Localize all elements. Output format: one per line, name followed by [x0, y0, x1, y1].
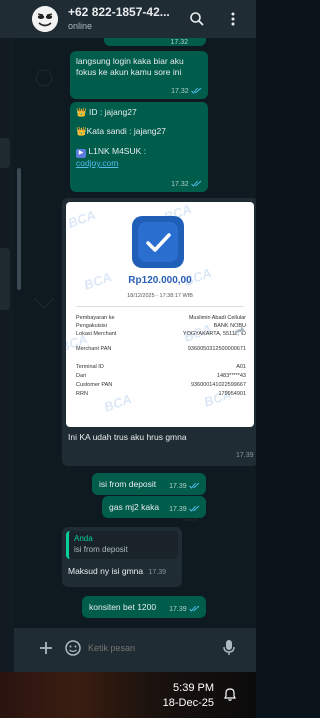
clock-date[interactable]: 18-Dec-25	[163, 697, 214, 709]
message-text: L1NK M4SUK :	[86, 145, 146, 156]
receipt-divider	[76, 306, 244, 307]
quoted-message[interactable]: Anda isi from deposit	[66, 531, 178, 559]
contact-status: online	[68, 21, 93, 31]
receipt-row: Customer PAN 936000141022599667	[76, 382, 246, 388]
receipt-datetime: 18/12/2025 - 17:38:17 WIB	[127, 293, 193, 299]
receipt-image[interactable]: BCA BCA BCA BCA BCA BCA BCA BCA Rp120.00…	[66, 202, 254, 427]
mic-icon[interactable]	[222, 639, 236, 657]
receipt-amount: Rp120.000,00	[128, 275, 192, 286]
message-bubble[interactable]: 👑 ID : jajang27 👑Kata sandi : jajang27 ▶…	[70, 102, 208, 192]
message-text: Kata sandi : jajang27	[86, 126, 166, 137]
receipt-row: Pengakuisisi BANK NOBU	[76, 323, 246, 329]
message-text: ID : jajang27	[86, 107, 137, 117]
message-input[interactable]	[88, 639, 208, 657]
crown-icon: 👑	[76, 107, 87, 117]
reply-message-bubble[interactable]: Anda isi from deposit Maksud ny isi gmna…	[62, 527, 182, 587]
message-text: isi from deposit	[99, 479, 157, 489]
message-time: 17.32	[170, 39, 188, 46]
message-meta: 17.39	[169, 480, 200, 491]
read-ticks-icon	[189, 605, 200, 612]
message-link[interactable]: codjoy.com	[76, 158, 202, 169]
message-meta: 17.39	[169, 603, 200, 614]
image-caption: Ini KA udah trus aku hrus gmna	[68, 432, 187, 442]
strip-tab	[0, 248, 10, 310]
message-meta: 17.32	[171, 85, 202, 96]
notification-icon[interactable]	[222, 686, 238, 702]
svg-text:BCA: BCA	[66, 207, 97, 231]
message-time: 17.39	[169, 482, 187, 490]
crown-icon: 👑	[76, 126, 87, 137]
receipt-row: Dari 1483*****43	[76, 373, 246, 379]
message-text: Maksud ny isi gmna	[68, 566, 144, 576]
message-time: 17.39	[169, 505, 187, 513]
read-ticks-icon	[191, 87, 202, 94]
message-text: konsiten bet 1200	[89, 602, 157, 612]
left-strip	[0, 38, 14, 672]
receipt-row: RRN 179954901	[76, 391, 246, 397]
message-line: 👑Kata sandi : jajang27	[76, 126, 202, 137]
message-meta: 17.32	[171, 178, 202, 189]
read-ticks-icon	[189, 482, 200, 489]
clock-time[interactable]: 5:39 PM	[173, 682, 214, 694]
message-bubble[interactable]: isi from deposit 17.39	[92, 473, 206, 495]
message-line: Maksud ny isi gmna 17.39	[66, 566, 178, 577]
message-time: 17.39	[236, 452, 254, 459]
taskbar	[0, 672, 256, 718]
contact-name[interactable]: +62 822-1857-42...	[68, 5, 170, 19]
sticker-icon[interactable]	[64, 639, 82, 657]
message-line: ▶ L1NK M4SUK :	[76, 146, 202, 158]
quote-text: isi from deposit	[74, 544, 128, 554]
receipt-row: Lokasi Merchant YOGYAKARTA, 55111, ID	[76, 331, 246, 337]
chat-header[interactable]: +62 822-1857-42... online	[0, 0, 256, 38]
plus-icon[interactable]	[38, 640, 54, 656]
message-bubble[interactable]: langsung login kaka biar aku fokus ke ak…	[70, 51, 208, 99]
receipt-row: Pembayaran ke Muslimin Abadi Cellular	[76, 315, 246, 321]
svg-text:BCA: BCA	[202, 386, 234, 410]
message-bubble[interactable]: gas mj2 kaka 17.39	[102, 496, 206, 518]
message-meta: 17.39	[169, 503, 200, 514]
receipt-row: Merchant PAN 9360050312500000671	[76, 346, 246, 352]
read-ticks-icon	[191, 180, 202, 187]
message-time: 17.39	[148, 569, 167, 576]
message-time: 17.39	[169, 605, 187, 613]
play-button-icon: ▶	[76, 148, 86, 158]
kebab-menu-icon[interactable]	[224, 10, 242, 28]
success-check-icon	[132, 216, 184, 268]
avatar[interactable]	[32, 6, 58, 32]
search-icon[interactable]	[188, 10, 206, 28]
quote-author: Anda	[74, 534, 93, 543]
message-line: 👑 ID : jajang27	[76, 107, 202, 118]
message-time: 17.32	[171, 180, 189, 188]
message-bubble-clipped[interactable]: 17.32	[104, 38, 206, 46]
message-text: gas mj2 kaka	[109, 502, 160, 512]
message-time: 17.32	[171, 87, 189, 95]
forward-icon[interactable]	[232, 324, 246, 338]
message-bubble[interactable]: konsiten bet 1200 17.39	[82, 596, 206, 618]
receipt-row: Terminal ID A01	[76, 364, 246, 370]
strip-tab	[0, 138, 10, 168]
whatsapp-window: +62 822-1857-42... online 17.32 langsung…	[0, 0, 256, 672]
scrollbar[interactable]	[17, 168, 21, 290]
read-ticks-icon	[189, 505, 200, 512]
message-text: langsung login kaka biar aku fokus ke ak…	[76, 56, 184, 78]
